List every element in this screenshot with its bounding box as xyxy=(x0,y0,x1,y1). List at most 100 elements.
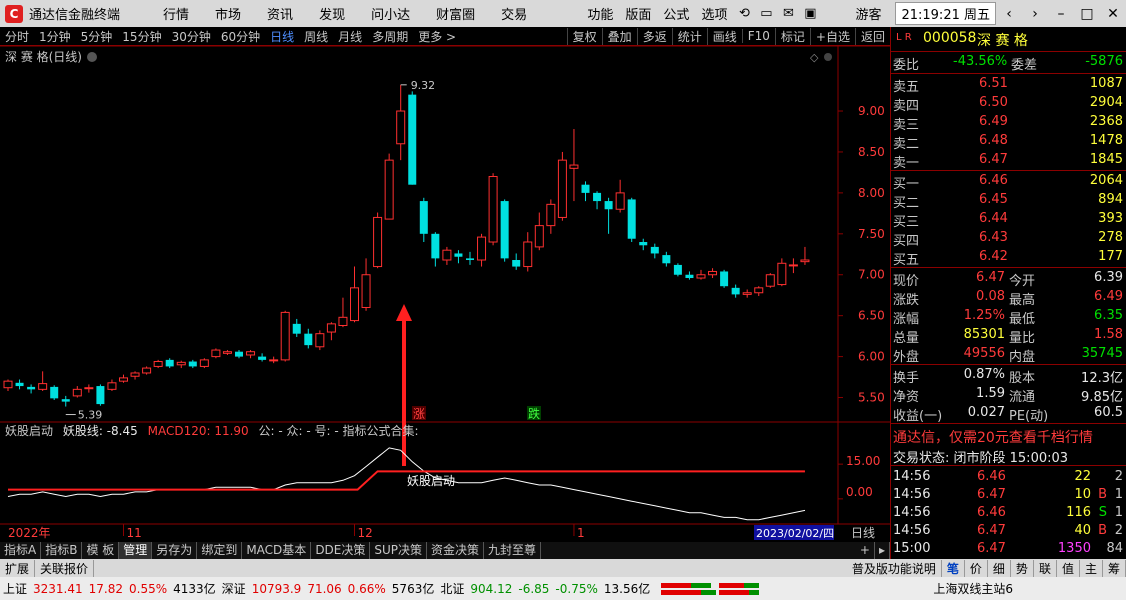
tab-zhi[interactable]: 值 xyxy=(1057,559,1080,577)
tool-fuquan[interactable]: 复权 xyxy=(566,27,602,45)
refresh-icon[interactable]: ⟲ xyxy=(733,6,755,21)
help-button[interactable]: 普及版功能说明 xyxy=(847,559,942,577)
bid-label: 买三 xyxy=(893,215,920,230)
tab-bangdingdao[interactable]: 绑定到 xyxy=(197,542,243,559)
tool-f10[interactable]: F10 xyxy=(741,29,775,43)
menu-xuanxiang[interactable]: 选项 xyxy=(695,4,733,23)
candle-down xyxy=(627,199,636,239)
period-30min[interactable]: 30分钟 xyxy=(167,28,216,45)
stat-label: 总量 xyxy=(893,331,920,346)
period-weekly[interactable]: 周线 xyxy=(299,28,333,45)
tab-chou[interactable]: 筹 xyxy=(1103,559,1126,577)
tick-time: 14:56 xyxy=(893,487,931,502)
bid-row[interactable]: 买四 6.43 278 xyxy=(891,229,1126,249)
menu-hangqing[interactable]: 行情 xyxy=(150,4,202,23)
kline-chart[interactable]: 深 赛 格(日线) ◇ 5.50 6.00 6.50 7.00 7.50 8.00 8.50… xyxy=(0,46,890,542)
tab-sup[interactable]: SUP决策 xyxy=(370,542,428,559)
tool-duofan[interactable]: 多返 xyxy=(636,27,672,45)
tool-zixuan[interactable]: +自选 xyxy=(809,27,855,45)
candle-up xyxy=(350,287,359,322)
ask-volume: 1087 xyxy=(1089,76,1123,91)
ask-label: 卖五 xyxy=(893,80,920,95)
tab-zijin[interactable]: 资金决策 xyxy=(427,542,485,559)
tab-zhibiao-a[interactable]: 指标A xyxy=(0,542,42,559)
arrow-right-icon[interactable]: ▸ xyxy=(875,542,890,559)
tool-huaxian[interactable]: 画线 xyxy=(706,27,742,45)
candle-down xyxy=(639,242,648,246)
server-label[interactable]: 上海双线主站6 xyxy=(930,580,1016,597)
dot-icon[interactable] xyxy=(824,53,832,61)
tool-diejia[interactable]: 叠加 xyxy=(601,27,637,45)
period-monthly[interactable]: 月线 xyxy=(333,28,367,45)
tab-shi[interactable]: 势 xyxy=(1011,559,1034,577)
tool-fanhui[interactable]: 返回 xyxy=(854,27,890,45)
tab-dde[interactable]: DDE决策 xyxy=(311,542,371,559)
price-tick-label: 9.00 xyxy=(858,104,885,118)
period-daily[interactable]: 日线 xyxy=(265,28,299,45)
chart-menu-icon[interactable] xyxy=(87,52,97,62)
ad-row[interactable]: 通达信，仅需20元查看千档行情 xyxy=(891,426,1126,447)
bid-price: 6.45 xyxy=(979,192,1008,207)
menu-faxian[interactable]: 发现 xyxy=(306,4,358,23)
screen-icon[interactable]: ▣ xyxy=(799,6,821,21)
back-icon[interactable]: ‹ xyxy=(996,6,1022,22)
user-label[interactable]: 游客 xyxy=(849,4,887,23)
ask-row[interactable]: 卖三 6.49 2368 xyxy=(891,113,1126,133)
bid-row[interactable]: 买三 6.44 393 xyxy=(891,210,1126,230)
period-60min[interactable]: 60分钟 xyxy=(216,28,265,45)
period-more[interactable]: 更多 > xyxy=(413,28,461,45)
bz-index-label[interactable]: 北证 xyxy=(437,580,467,597)
menu-caifuquan[interactable]: 财富圈 xyxy=(423,4,488,23)
zoom-in-button[interactable]: + xyxy=(856,542,875,559)
sh-index-label[interactable]: 上证 xyxy=(0,580,30,597)
menu-shichang[interactable]: 市场 xyxy=(202,4,254,23)
tab-zhu[interactable]: 主 xyxy=(1080,559,1103,577)
sz-index-label[interactable]: 深证 xyxy=(219,580,249,597)
period-multi[interactable]: 多周期 xyxy=(367,28,413,45)
tab-lingcunwei[interactable]: 另存为 xyxy=(152,542,198,559)
tab-macd[interactable]: MACD基本 xyxy=(242,542,312,559)
tab-jia[interactable]: 价 xyxy=(965,559,988,577)
period-fenshi[interactable]: 分时 xyxy=(0,28,34,45)
period-5min[interactable]: 5分钟 xyxy=(76,28,118,45)
close-icon[interactable]: ✕ xyxy=(1100,6,1126,22)
ad-text[interactable]: 通达信，仅需20元查看千档行情 xyxy=(893,427,1093,447)
ask-row[interactable]: 卖四 6.50 2904 xyxy=(891,94,1126,114)
related-quote-button[interactable]: 关联报价 xyxy=(35,559,95,577)
ask-row[interactable]: 卖二 6.48 1478 xyxy=(891,132,1126,152)
fund-label: 换手 xyxy=(893,371,920,386)
maximize-icon[interactable]: □ xyxy=(1074,6,1100,22)
diamond-icon[interactable]: ◇ xyxy=(810,51,819,64)
tab-moban[interactable]: 模 板 xyxy=(82,542,120,559)
tick-side: B xyxy=(1098,523,1107,538)
tab-guanli[interactable]: 管理 xyxy=(119,542,153,559)
ask-price: 6.48 xyxy=(979,133,1008,148)
menu-jiaoyi[interactable]: 交易 xyxy=(488,4,540,23)
candle-up xyxy=(800,259,810,263)
ask-row[interactable]: 卖一 6.47 1845 xyxy=(891,151,1126,171)
tab-xi[interactable]: 细 xyxy=(988,559,1011,577)
tool-biaoji[interactable]: 标记 xyxy=(774,27,810,45)
message-icon[interactable]: ▭ xyxy=(755,6,777,21)
menu-wenxiaoda[interactable]: 问小达 xyxy=(358,4,423,23)
forward-icon[interactable]: › xyxy=(1022,6,1048,22)
menu-gongshi[interactable]: 公式 xyxy=(657,4,695,23)
period-15min[interactable]: 15分钟 xyxy=(117,28,166,45)
bid-row[interactable]: 买五 6.42 177 xyxy=(891,248,1126,268)
tab-lian[interactable]: 联 xyxy=(1034,559,1057,577)
ask-row[interactable]: 卖五 6.51 1087 xyxy=(891,75,1126,95)
expand-button[interactable]: 扩展 xyxy=(0,559,36,577)
bid-row[interactable]: 买一 6.46 2064 xyxy=(891,172,1126,192)
menu-zixun[interactable]: 资讯 xyxy=(254,4,306,23)
menu-gongneng[interactable]: 功能 xyxy=(581,4,619,23)
ask-price: 6.51 xyxy=(979,76,1008,91)
tab-jiufeng[interactable]: 九封至尊 xyxy=(484,542,542,559)
minimize-icon[interactable]: – xyxy=(1048,6,1074,22)
bid-row[interactable]: 买二 6.45 894 xyxy=(891,191,1126,211)
tool-tongji[interactable]: 统计 xyxy=(671,27,707,45)
menu-banmian[interactable]: 版面 xyxy=(619,4,657,23)
tab-bi[interactable]: 笔 xyxy=(942,559,965,577)
mail-icon[interactable]: ✉ xyxy=(777,6,799,21)
period-1min[interactable]: 1分钟 xyxy=(34,28,76,45)
tab-zhibiao-b[interactable]: 指标B xyxy=(41,542,83,559)
